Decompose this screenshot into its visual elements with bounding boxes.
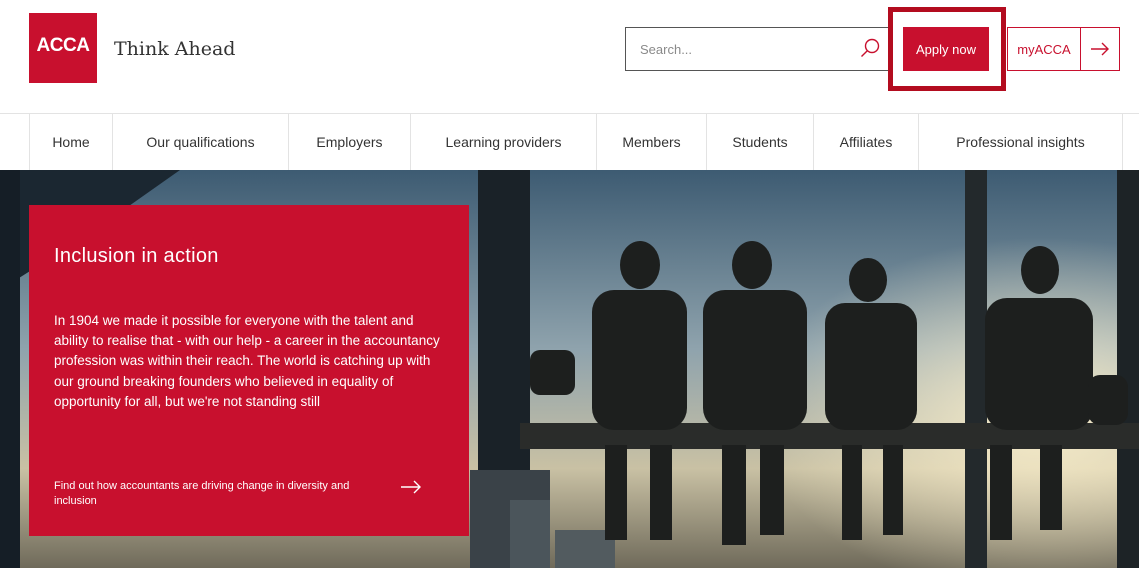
inclusion-panel: Inclusion in action In 1904 we made it p… (29, 205, 469, 536)
nav-item-members[interactable]: Members (596, 114, 706, 170)
nav-item-affiliates[interactable]: Affiliates (813, 114, 918, 170)
nav-item-our-qualifications[interactable]: Our qualifications (112, 114, 288, 170)
panel-body: In 1904 we made it possible for everyone… (54, 313, 440, 409)
myacca-button[interactable]: myACCA (1007, 27, 1120, 71)
search-box (625, 27, 891, 71)
nav-item-students[interactable]: Students (706, 114, 813, 170)
arrow-right-icon[interactable] (1081, 28, 1119, 70)
myacca-label: myACCA (1017, 41, 1071, 57)
search-input[interactable] (640, 38, 850, 60)
search-icon[interactable] (858, 37, 882, 61)
logo-text: ACCA (36, 35, 90, 56)
hero-banner: Inclusion in action In 1904 we made it p… (0, 170, 1139, 568)
site-header: ACCA Think Ahead Apply now myACCA (0, 0, 1139, 113)
arrow-right-icon[interactable] (400, 480, 422, 499)
acca-logo[interactable]: ACCA (29, 13, 97, 83)
nav-item-home[interactable]: Home (29, 114, 112, 170)
panel-title: Inclusion in action (54, 245, 219, 267)
tagline: Think Ahead (114, 38, 236, 60)
nav-item-employers[interactable]: Employers (288, 114, 410, 170)
nav-item-professional-insights[interactable]: Professional insights (918, 114, 1123, 170)
main-nav: Home Our qualifications Employers Learni… (0, 113, 1139, 170)
apply-now-button[interactable]: Apply now (903, 27, 989, 71)
nav-item-learning-providers[interactable]: Learning providers (410, 114, 596, 170)
diversity-link-text[interactable]: Find out how accountants are driving cha… (54, 479, 390, 509)
diversity-link[interactable]: Find out how accountants are driving cha… (54, 479, 434, 509)
